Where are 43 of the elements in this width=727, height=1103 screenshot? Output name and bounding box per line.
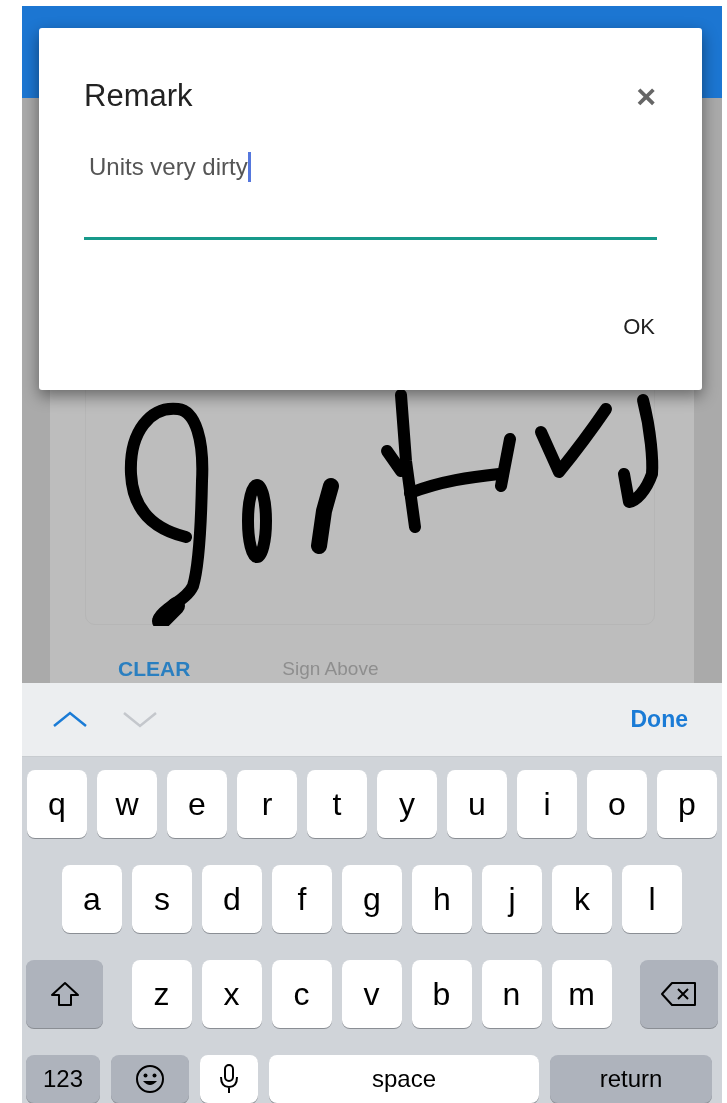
done-button[interactable]: Done bbox=[630, 702, 688, 737]
key[interactable]: c bbox=[271, 960, 332, 1028]
key[interactable]: m bbox=[551, 960, 612, 1028]
backspace-icon bbox=[660, 981, 698, 1007]
key[interactable]: t bbox=[307, 770, 367, 838]
key[interactable]: j bbox=[482, 865, 542, 933]
key[interactable]: k bbox=[552, 865, 612, 933]
ok-button[interactable]: OK bbox=[623, 310, 655, 343]
key[interactable]: s bbox=[132, 865, 192, 933]
key[interactable]: d bbox=[202, 865, 262, 933]
key[interactable]: n bbox=[481, 960, 542, 1028]
key[interactable]: a bbox=[62, 865, 122, 933]
numbers-key[interactable]: 123 bbox=[26, 1055, 100, 1103]
key[interactable]: z bbox=[131, 960, 192, 1028]
shift-key[interactable] bbox=[26, 960, 103, 1028]
shift-icon bbox=[49, 981, 80, 1007]
key[interactable]: y bbox=[377, 770, 437, 838]
key[interactable]: h bbox=[412, 865, 472, 933]
key[interactable]: o bbox=[587, 770, 647, 838]
return-key[interactable]: return bbox=[550, 1055, 712, 1103]
key[interactable]: v bbox=[341, 960, 402, 1028]
emoji-key[interactable] bbox=[111, 1055, 189, 1103]
key[interactable]: e bbox=[167, 770, 227, 838]
key[interactable]: w bbox=[97, 770, 157, 838]
key[interactable]: x bbox=[201, 960, 262, 1028]
remark-field[interactable]: Units very dirty bbox=[84, 142, 657, 240]
smiley-icon bbox=[134, 1063, 166, 1095]
key[interactable]: g bbox=[342, 865, 402, 933]
key[interactable]: p bbox=[657, 770, 717, 838]
key[interactable]: b bbox=[411, 960, 472, 1028]
dialog-title: Remark bbox=[84, 78, 193, 114]
microphone-icon bbox=[219, 1063, 239, 1095]
text-cursor bbox=[247, 152, 251, 182]
key[interactable]: r bbox=[237, 770, 297, 838]
key[interactable]: q bbox=[27, 770, 87, 838]
key[interactable]: u bbox=[447, 770, 507, 838]
key[interactable]: l bbox=[622, 865, 682, 933]
delete-key[interactable] bbox=[640, 960, 718, 1028]
key[interactable]: i bbox=[517, 770, 577, 838]
close-button[interactable]: × bbox=[636, 78, 656, 114]
dictation-key[interactable] bbox=[200, 1055, 258, 1103]
key[interactable]: f bbox=[272, 865, 332, 933]
space-key[interactable]: space bbox=[269, 1055, 539, 1103]
